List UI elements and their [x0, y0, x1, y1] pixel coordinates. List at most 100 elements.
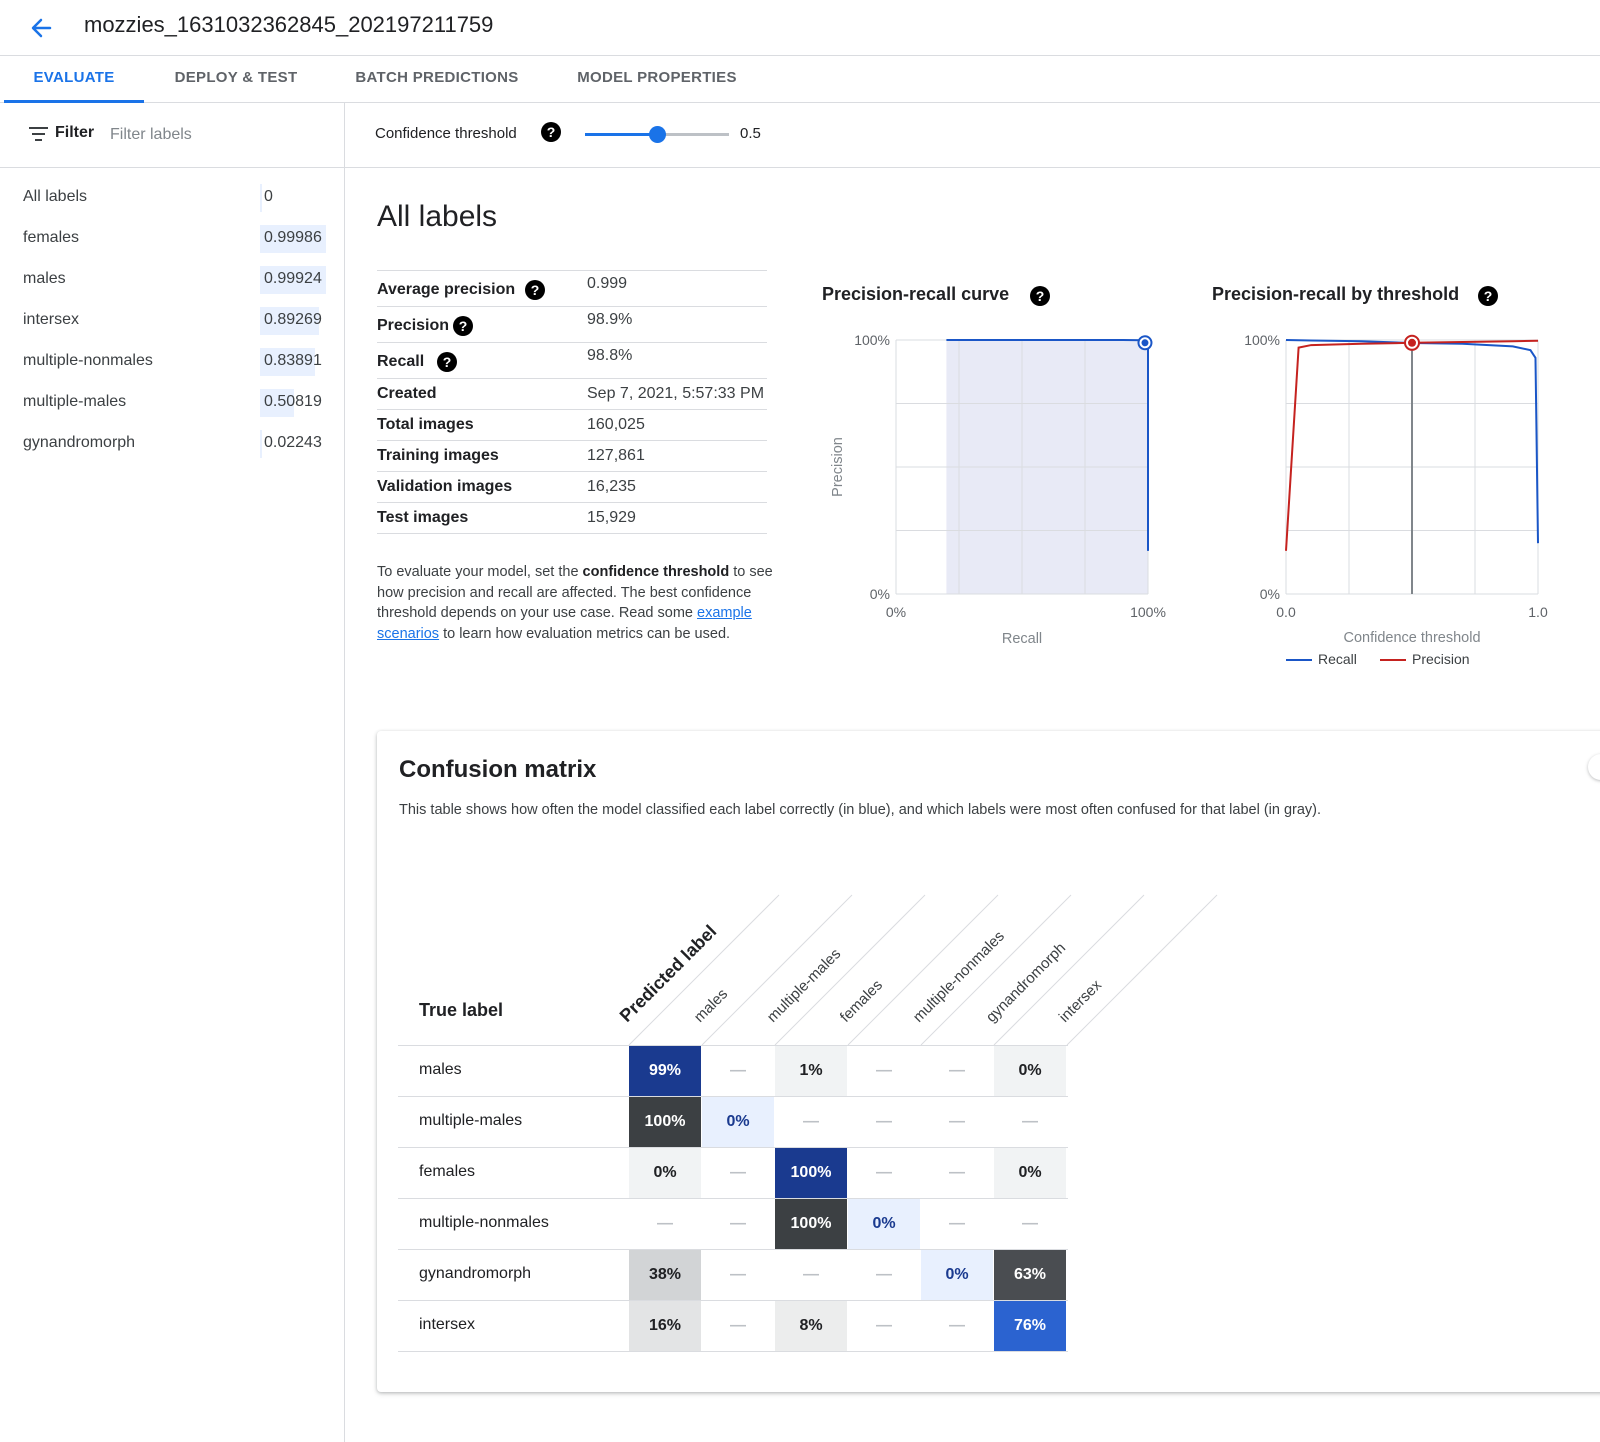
label-list-item[interactable]: multiple-nonmales 0.83891: [0, 342, 344, 382]
label-name: gynandromorph: [23, 434, 136, 451]
slider-handle[interactable]: [649, 126, 666, 143]
matrix-cell[interactable]: —: [702, 1148, 774, 1198]
matrix-cell[interactable]: —: [994, 1199, 1066, 1249]
label-name: All labels: [23, 188, 88, 205]
matrix-cell[interactable]: 0%: [702, 1097, 774, 1147]
matrix-cell[interactable]: 76%: [994, 1301, 1066, 1351]
confusion-matrix-title: Confusion matrix: [399, 756, 597, 783]
label-list-item[interactable]: gynandromorph 0.02243: [0, 424, 344, 464]
confidence-threshold-slider[interactable]: [585, 126, 729, 143]
pr-curve-title: Precision-recall curve: [822, 284, 1010, 304]
y-tick-label: 100%: [1244, 332, 1280, 348]
pr-threshold-title: Precision-recall by threshold: [1212, 284, 1460, 304]
label-list-item[interactable]: intersex 0.89269: [0, 301, 344, 341]
matrix-cell[interactable]: 100%: [775, 1148, 847, 1198]
matrix-cell[interactable]: 63%: [994, 1250, 1066, 1300]
matrix-cell[interactable]: —: [848, 1097, 920, 1147]
back-button[interactable]: [22, 8, 62, 48]
true-label-header: True label: [419, 1000, 504, 1020]
help-icon[interactable]: ?: [453, 316, 473, 336]
matrix-cell[interactable]: 0%: [848, 1199, 920, 1249]
label-score: 0.99924: [264, 270, 322, 287]
stat-row: Created Sep 7, 2021, 5:57:33 PM: [377, 378, 767, 410]
label-list-item[interactable]: multiple-males 0.50819: [0, 383, 344, 423]
label-list-item[interactable]: females 0.99986: [0, 219, 344, 259]
matrix-cell[interactable]: —: [994, 1097, 1066, 1147]
filter-labels-input[interactable]: [108, 121, 332, 149]
matrix-cell[interactable]: 0%: [994, 1148, 1066, 1198]
matrix-cell[interactable]: 1%: [775, 1046, 847, 1096]
matrix-cell[interactable]: —: [921, 1199, 993, 1249]
help-icon[interactable]: ?: [1478, 286, 1498, 306]
stat-name: Recall: [377, 353, 425, 370]
tab-bar: EVALUATE DEPLOY & TEST BATCH PREDICTIONS…: [0, 56, 1600, 103]
arrow-back-icon: [31, 18, 52, 38]
label-name: intersex: [23, 311, 80, 328]
matrix-cell[interactable]: —: [702, 1250, 774, 1300]
label-list-item[interactable]: All labels 0: [0, 178, 344, 218]
true-label-gynandromorph: gynandromorph: [419, 1265, 532, 1282]
matrix-cell[interactable]: 16%: [629, 1301, 701, 1351]
matrix-cell[interactable]: —: [775, 1250, 847, 1300]
confidence-threshold-label: Confidence threshold: [375, 125, 517, 142]
stat-value: 98.8%: [587, 347, 633, 364]
stat-row: Precision? 98.9%: [377, 306, 767, 343]
matrix-cell[interactable]: —: [702, 1301, 774, 1351]
matrix-cell[interactable]: 0%: [921, 1250, 993, 1300]
stat-value: 16,235: [587, 478, 636, 495]
label-score-bar: [260, 184, 262, 212]
stat-name: Test images: [377, 509, 469, 526]
matrix-cell[interactable]: 100%: [775, 1199, 847, 1249]
matrix-cell[interactable]: 8%: [775, 1301, 847, 1351]
matrix-cell[interactable]: —: [921, 1148, 993, 1198]
help-icon[interactable]: ?: [525, 280, 545, 300]
info-text-bold: confidence threshold: [582, 564, 730, 580]
tab-deploy-test[interactable]: DEPLOY & TEST: [160, 56, 312, 100]
filter-label[interactable]: Filter: [55, 124, 94, 142]
pr-threshold-chart: 100% 0% 0.0 1.0 Confidence threshold Recall Pr…: [1244, 332, 1548, 667]
matrix-cell[interactable]: —: [921, 1301, 993, 1351]
matrix-cell[interactable]: 0%: [994, 1046, 1066, 1096]
confusion-header: Predicted labelmales multiple-malesfemale…: [616, 894, 1218, 1046]
x-tick-label: 1.0: [1528, 604, 1548, 620]
stat-name: Training images: [377, 447, 499, 464]
matrix-cell[interactable]: —: [848, 1250, 920, 1300]
label-score-bar: [260, 430, 262, 458]
matrix-cell[interactable]: —: [629, 1199, 701, 1249]
matrix-cell[interactable]: —: [848, 1301, 920, 1351]
help-icon[interactable]: ?: [541, 122, 561, 142]
stat-row: Recall? 98.8%: [377, 342, 767, 379]
label-score: 0: [264, 188, 273, 205]
matrix-cell[interactable]: —: [702, 1199, 774, 1249]
stat-value: Sep 7, 2021, 5:57:33 PM: [587, 385, 765, 402]
filter-list-icon[interactable]: [29, 126, 49, 142]
matrix-cell[interactable]: 99%: [629, 1046, 701, 1096]
column-header-males: males: [691, 986, 731, 1026]
label-list-item[interactable]: males 0.99924: [0, 260, 344, 300]
matrix-cell[interactable]: —: [921, 1097, 993, 1147]
legend-label-recall: Recall: [1318, 651, 1357, 667]
x-tick-label: 0%: [886, 604, 906, 620]
matrix-cell[interactable]: —: [702, 1046, 774, 1096]
matrix-cell[interactable]: —: [848, 1046, 920, 1096]
stats-bottom-border: [377, 533, 767, 534]
x-axis-label: Recall: [1002, 631, 1042, 647]
matrix-cell[interactable]: 38%: [629, 1250, 701, 1300]
tab-batch-predictions[interactable]: BATCH PREDICTIONS: [340, 56, 534, 100]
pr-curve-chart: 100% 0% 0% 100% Recall Precision: [830, 332, 1166, 647]
confusion-matrix-description: This table shows how often the model cla…: [399, 802, 1322, 818]
label-score: 0.99986: [264, 229, 322, 246]
help-icon[interactable]: ?: [1030, 286, 1050, 306]
tab-evaluate[interactable]: EVALUATE: [4, 56, 144, 103]
model-title: mozzies_1631032362845_202197211759: [84, 12, 494, 37]
stat-row: Validation images 16,235: [377, 471, 767, 503]
stat-value: 98.9%: [587, 311, 633, 328]
matrix-cell[interactable]: 100%: [629, 1097, 701, 1147]
matrix-cell[interactable]: —: [921, 1046, 993, 1096]
matrix-cell[interactable]: —: [848, 1148, 920, 1198]
tab-model-properties[interactable]: MODEL PROPERTIES: [566, 56, 748, 100]
help-icon[interactable]: ?: [437, 352, 457, 372]
stat-name: Total images: [377, 416, 474, 433]
matrix-cell[interactable]: —: [775, 1097, 847, 1147]
matrix-cell[interactable]: 0%: [629, 1148, 701, 1198]
